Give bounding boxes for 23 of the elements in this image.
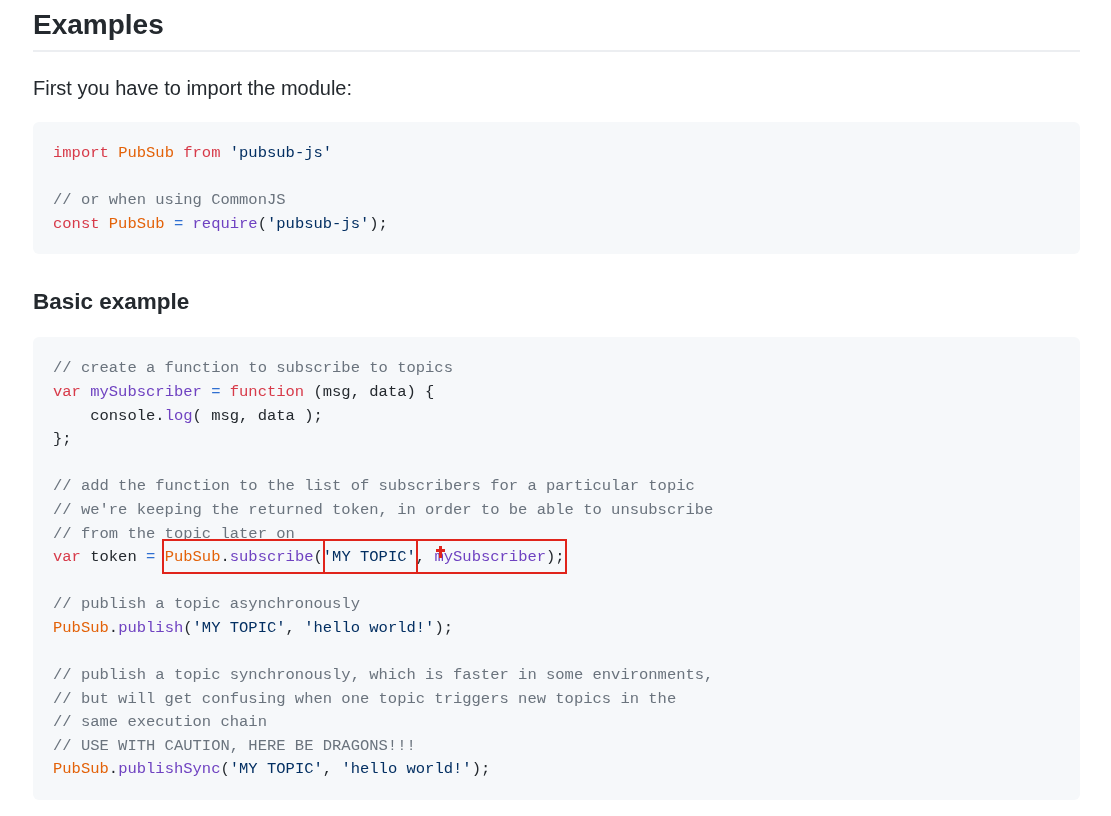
code-line: var mySubscriber = function (msg, data) { bbox=[53, 381, 435, 403]
code-line: }; bbox=[53, 429, 72, 451]
code-line: console.log( msg, data ); bbox=[89, 405, 323, 427]
subsection-heading: Basic example bbox=[33, 288, 191, 317]
code-line: // publish a topic synchronously, which is faster in some environments, bbox=[53, 665, 714, 687]
code-line: // create a function to subscribe to topics bbox=[53, 358, 453, 380]
code-line: // add the function to the list of subscribers for a particular topic bbox=[53, 476, 695, 498]
code-line: PubSub.publishSync('MY TOPIC', 'hello world!'); bbox=[53, 759, 491, 781]
section-heading: Examples bbox=[33, 8, 165, 42]
highlighted-code: PubSub.subscribe( bbox=[161, 539, 325, 574]
code-line: PubSub.publish('MY TOPIC', 'hello world!'); bbox=[53, 617, 454, 639]
highlighted-code: , mySubscriber); bbox=[415, 539, 567, 574]
code-line: // same execution chain bbox=[53, 712, 267, 734]
code-line: import PubSub from 'pubsub-js' bbox=[53, 143, 333, 164]
code-text: var token = bbox=[53, 547, 157, 569]
code-line: // or when using CommonJS bbox=[53, 190, 286, 212]
code-line: // publish a topic asynchronously bbox=[53, 594, 360, 616]
code-line: // USE WITH CAUTION, HERE BE DRAGONS!!! bbox=[53, 735, 416, 757]
highlighted-code: 'MY TOPIC' bbox=[322, 539, 418, 574]
intro-text: First you have to import the module: bbox=[33, 76, 354, 101]
code-line: // we're keeping the returned token, in order to be able to unsubscribe bbox=[53, 499, 714, 521]
code-line: const PubSub = require('pubsub-js'); bbox=[53, 213, 388, 235]
code-line: // but will get confusing when one topic triggers new topics in the bbox=[53, 688, 677, 710]
